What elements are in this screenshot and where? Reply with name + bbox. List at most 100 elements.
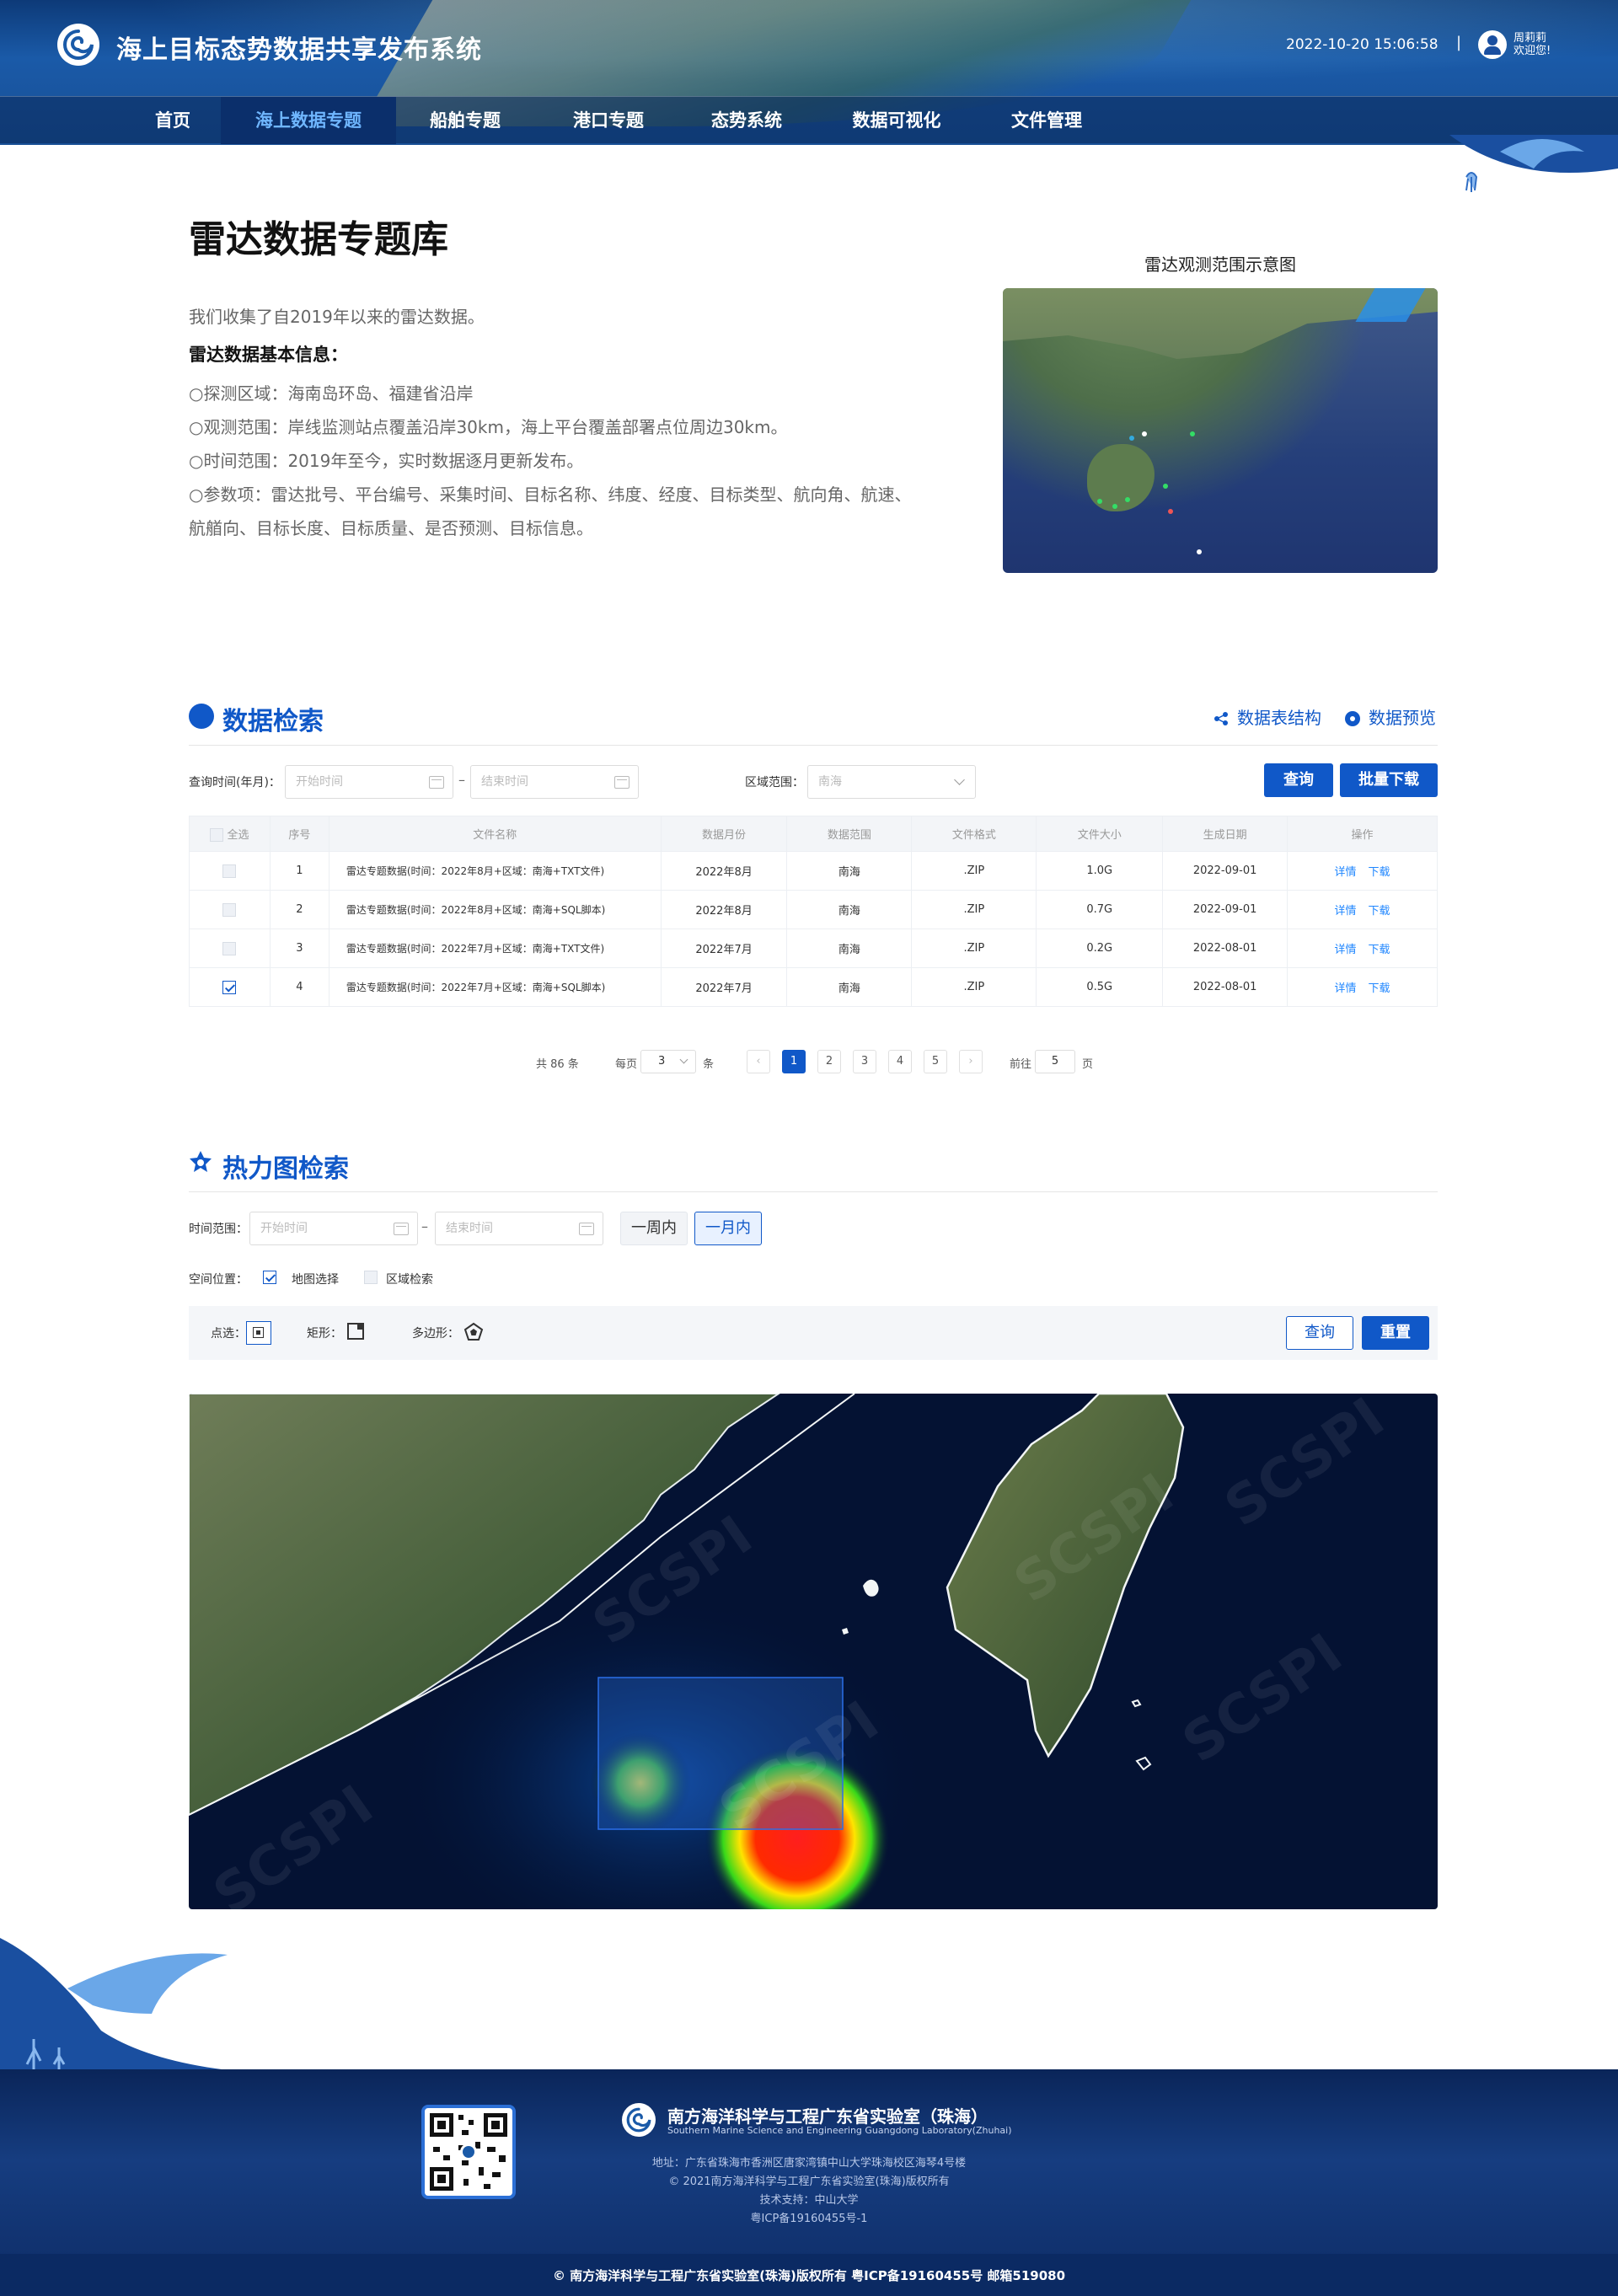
row-checkbox[interactable]: [222, 864, 237, 878]
row-checkbox[interactable]: [222, 980, 237, 994]
area-select[interactable]: 南海: [807, 765, 976, 799]
nav-item-marine-data[interactable]: 海上数据专题: [221, 97, 396, 144]
detail-link[interactable]: 详情: [1335, 905, 1357, 918]
heat-query-button[interactable]: 查询: [1286, 1316, 1353, 1350]
per-page-select[interactable]: 3: [640, 1050, 696, 1073]
download-link[interactable]: 下载: [1369, 982, 1390, 995]
nav-item-files[interactable]: 文件管理: [994, 97, 1099, 144]
section-divider: [189, 1191, 1438, 1192]
intro-item-params-cont: 航艏向、目标长度、目标质量、是否预测、目标信息。: [189, 518, 593, 538]
th-range: 数据范围: [786, 816, 913, 852]
cell-format: .ZIP: [911, 851, 1037, 891]
row-checkbox[interactable]: [189, 890, 271, 929]
th-select-all[interactable]: 全选: [189, 816, 271, 852]
start-date-placeholder: 开始时间: [296, 775, 343, 789]
query-button[interactable]: 查询: [1264, 763, 1333, 797]
nav-item-visualization[interactable]: 数据可视化: [838, 97, 956, 144]
detail-link[interactable]: 详情: [1335, 866, 1357, 879]
area-search-label: 区域检索: [386, 1273, 433, 1287]
per-page-unit: 条: [703, 1058, 715, 1071]
page-button[interactable]: 4: [888, 1050, 912, 1073]
intro-item-params: ○参数项：雷达批号、平台编号、采集时间、目标名称、纬度、经度、目标类型、航向角、…: [189, 484, 912, 505]
page-button[interactable]: 5: [924, 1050, 947, 1073]
th-format: 文件格式: [911, 816, 1037, 852]
data-search-title: 数据检索: [222, 707, 324, 736]
cell-month: 2022年7月: [660, 967, 788, 1007]
select-all-checkbox[interactable]: [210, 828, 224, 843]
table-row: 3 雷达专题数据(时间：2022年7月+区域：南海+TXT文件) 2022年7月 南海…: [189, 929, 1438, 968]
footer-icp[interactable]: 粤ICP备19160455号-1: [590, 2209, 1028, 2225]
schema-link[interactable]: 数据表结构: [1214, 704, 1321, 729]
next-page-button[interactable]: ›: [959, 1050, 983, 1073]
download-link[interactable]: 下载: [1369, 944, 1390, 956]
system-logo-icon[interactable]: [57, 24, 99, 66]
month-button[interactable]: 一月内: [694, 1212, 762, 1245]
download-link[interactable]: 下载: [1369, 905, 1390, 918]
footer-support: 技术支持：中山大学: [759, 2194, 859, 2207]
th-month: 数据月份: [660, 816, 788, 852]
calendar-icon: [429, 776, 444, 789]
map-select-checkbox[interactable]: [263, 1271, 276, 1284]
week-button[interactable]: 一周内: [620, 1212, 688, 1245]
radar-map-title: 雷达观测范围示意图: [1144, 254, 1296, 275]
main-nav: 首页 海上数据专题 船舶专题 港口专题 态势系统 数据可视化 文件管理: [0, 96, 1618, 144]
heatmap-map[interactable]: SCSPI SCSPI SCSPI SCSPI SCSPI SCSPI: [189, 1394, 1438, 1909]
end-date-placeholder: 结束时间: [481, 775, 528, 789]
cell-date: 2022-08-01: [1162, 967, 1289, 1007]
rectangle-tool-icon[interactable]: [347, 1323, 364, 1340]
detail-link[interactable]: 详情: [1335, 944, 1357, 956]
reset-button[interactable]: 重置: [1362, 1316, 1429, 1350]
heat-end-date-input[interactable]: 结束时间: [435, 1212, 603, 1245]
row-checkbox[interactable]: [189, 967, 271, 1007]
heat-start-date-input[interactable]: 开始时间: [249, 1212, 418, 1245]
goto-input[interactable]: 5: [1035, 1050, 1075, 1073]
per-page-value: 3: [658, 1055, 666, 1068]
point-select-tool[interactable]: [246, 1321, 271, 1345]
prev-page-button[interactable]: ‹: [747, 1050, 770, 1073]
detail-link[interactable]: 详情: [1335, 982, 1357, 995]
heat-date-dash: –: [421, 1218, 428, 1234]
footer-org-name: 南方海洋科学与工程广东省实验室（珠海）: [667, 2106, 988, 2127]
th-filename: 文件名称: [328, 816, 662, 852]
rect-select-label: 矩形：: [307, 1327, 342, 1341]
polygon-select-label: 多边形：: [412, 1327, 459, 1341]
area-search-checkbox[interactable]: [364, 1271, 378, 1284]
cell-month: 2022年8月: [660, 851, 788, 891]
download-link[interactable]: 下载: [1369, 866, 1390, 879]
batch-download-button[interactable]: 批量下载: [1340, 763, 1438, 797]
watermark: SCSPI: [1214, 1394, 1396, 1539]
th-no: 序号: [269, 816, 329, 852]
page-button[interactable]: 1: [782, 1050, 806, 1073]
cell-format: .ZIP: [911, 967, 1037, 1007]
row-checkbox[interactable]: [222, 902, 237, 917]
qr-code-icon: [421, 2105, 516, 2199]
nav-item-home[interactable]: 首页: [135, 97, 211, 144]
page-button[interactable]: 3: [853, 1050, 876, 1073]
user-avatar-icon[interactable]: [1478, 30, 1507, 59]
area-range-label: 区域范围：: [745, 776, 804, 789]
user-name: 周莉莉: [1514, 32, 1547, 45]
polygon-tool-icon[interactable]: [463, 1321, 485, 1343]
radar-coverage-map[interactable]: [1003, 288, 1438, 573]
cell-range: 南海: [786, 890, 913, 929]
page: 海上目标态势数据共享发布系统 2022-10-20 15:06:58 | 周莉莉…: [0, 0, 1618, 2296]
row-checkbox[interactable]: [189, 851, 271, 891]
data-table: 全选 序号 文件名称 数据月份 数据范围 文件格式 文件大小 生成日期 操作 1…: [189, 816, 1438, 1007]
user-info[interactable]: 周莉莉 欢迎您!: [1514, 32, 1551, 57]
end-date-input[interactable]: 结束时间: [470, 765, 639, 799]
cell-filename: 雷达专题数据(时间：2022年8月+区域：南海+SQL脚本): [328, 890, 662, 929]
nav-item-ships[interactable]: 船舶专题: [413, 97, 517, 144]
page-button[interactable]: 2: [817, 1050, 841, 1073]
row-checkbox[interactable]: [222, 941, 237, 955]
nav-item-situation[interactable]: 态势系统: [694, 97, 799, 144]
query-time-label: 查询时间(年月)：: [189, 776, 281, 789]
row-checkbox[interactable]: [189, 929, 271, 968]
start-date-input[interactable]: 开始时间: [285, 765, 453, 799]
cell-range: 南海: [786, 967, 913, 1007]
footer-address: 地址：广东省珠海市香洲区唐家湾镇中山大学珠海校区海琴4号楼: [651, 2157, 967, 2170]
cell-size: 0.5G: [1036, 967, 1164, 1007]
calendar-icon: [614, 776, 630, 789]
preview-link[interactable]: 数据预览: [1345, 704, 1436, 729]
nav-item-ports[interactable]: 港口专题: [556, 97, 661, 144]
date-range-dash: –: [458, 772, 465, 788]
